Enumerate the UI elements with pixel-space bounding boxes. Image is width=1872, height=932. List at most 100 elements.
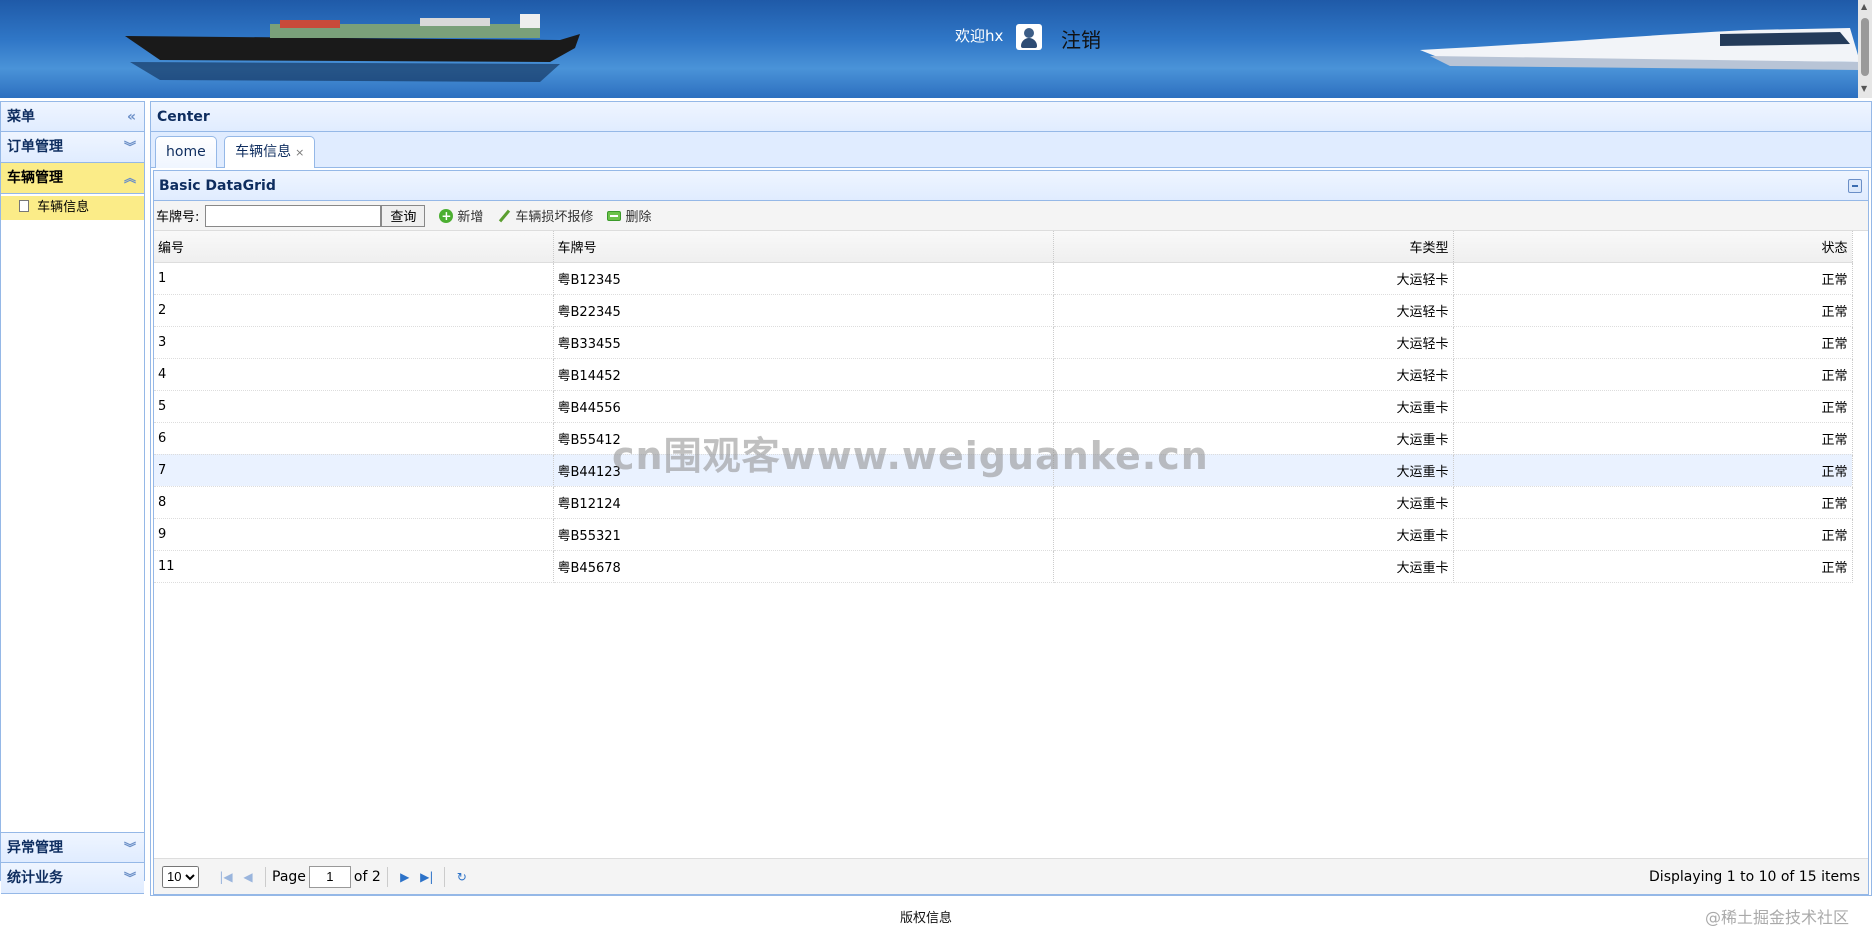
cell-type: 大运重卡: [1053, 550, 1454, 583]
header-banner: 欢迎hx 注销 ▲ ▼: [0, 0, 1872, 98]
cell-plate: 粤B45678: [553, 550, 1054, 583]
cell-status: 正常: [1453, 486, 1853, 519]
tab-vehicle-info[interactable]: 车辆信息 ×: [224, 136, 316, 168]
double-chevron-up-icon[interactable]: ︽: [124, 163, 136, 194]
column-header-plate[interactable]: 车牌号: [553, 231, 1054, 263]
double-chevron-left-icon[interactable]: «: [127, 102, 136, 132]
cell-plate: 粤B22345: [553, 294, 1054, 327]
table-row[interactable]: 2 粤B22345 大运轻卡 正常: [154, 294, 1853, 327]
cell-status: 正常: [1453, 358, 1853, 391]
west-menu-panel: 菜单 « 订单管理 ︾ 车辆管理 ︽ 车辆信息 异常管理 ︾ 统计业务 ︾: [0, 101, 145, 894]
cell-id: 7: [154, 454, 554, 487]
table-row[interactable]: 1 粤B12345 大运轻卡 正常: [154, 262, 1853, 295]
user-avatar-icon: [1016, 24, 1042, 50]
table-row[interactable]: 8 粤B12124 大运重卡 正常: [154, 486, 1853, 519]
datagrid-toolbar: 车牌号: 查询 + 新增 车辆损坏报修 删除: [154, 201, 1868, 231]
cell-id: 5: [154, 390, 554, 423]
cell-status: 正常: [1453, 326, 1853, 359]
plate-label: 车牌号:: [156, 210, 200, 225]
menu-section-statistics[interactable]: 统计业务 ︾: [1, 863, 144, 894]
cell-plate: 粤B44556: [553, 390, 1054, 423]
cell-plate: 粤B12124: [553, 486, 1054, 519]
table-header-row: 编号 车牌号 车类型 状态: [154, 231, 1853, 263]
table-row[interactable]: 11 粤B45678 大运重卡 正常: [154, 550, 1853, 583]
tab-bar: home 车辆信息 ×: [151, 132, 1871, 168]
welcome-text: 欢迎hx: [955, 27, 1004, 45]
document-icon: [19, 200, 29, 212]
double-chevron-down-icon[interactable]: ︾: [124, 863, 136, 894]
prev-page-icon[interactable]: ◀: [237, 870, 259, 884]
collapse-panel-icon[interactable]: [1848, 179, 1862, 193]
cell-id: 2: [154, 294, 554, 327]
cell-plate: 粤B55321: [553, 518, 1054, 551]
cell-status: 正常: [1453, 422, 1853, 455]
tab-home[interactable]: home: [155, 136, 217, 168]
cell-id: 8: [154, 486, 554, 519]
pencil-icon: [497, 209, 511, 223]
table-row[interactable]: 9 粤B55321 大运重卡 正常: [154, 518, 1853, 551]
next-page-icon[interactable]: ▶: [394, 870, 416, 884]
close-tab-icon[interactable]: ×: [295, 146, 304, 159]
pagination-bar: 10 |◀ ◀ Page of 2 ▶ ▶| ↻ Displaying 1 to…: [154, 858, 1868, 894]
last-page-icon[interactable]: ▶|: [416, 870, 438, 884]
page-label: Page: [272, 868, 306, 885]
column-header-id[interactable]: 编号: [154, 231, 554, 263]
menu-section-vehicles[interactable]: 车辆管理 ︽: [1, 163, 144, 194]
watermark: cn围观客www.weiguanke.cn: [612, 434, 1209, 478]
delete-button[interactable]: 删除: [607, 206, 651, 225]
cell-id: 6: [154, 422, 554, 455]
ship-image: [125, 14, 580, 82]
column-header-status[interactable]: 状态: [1453, 231, 1853, 263]
first-page-icon[interactable]: |◀: [215, 870, 237, 884]
repair-report-button[interactable]: 车辆损坏报修: [497, 206, 593, 225]
menu-item-vehicle-info[interactable]: 车辆信息: [1, 196, 144, 220]
table-row[interactable]: 5 粤B44556 大运重卡 正常: [154, 390, 1853, 423]
menu-title: 菜单 «: [1, 102, 144, 132]
search-button[interactable]: 查询: [381, 204, 426, 227]
center-panel: Center home 车辆信息 × Basic DataGrid 车牌号: 查询…: [150, 101, 1872, 896]
double-chevron-down-icon[interactable]: ︾: [124, 833, 136, 864]
cell-type: 大运轻卡: [1053, 358, 1454, 391]
table-row[interactable]: 3 粤B33455 大运轻卡 正常: [154, 326, 1853, 359]
cell-type: 大运轻卡: [1053, 326, 1454, 359]
column-header-type[interactable]: 车类型: [1053, 231, 1454, 263]
plate-search-input[interactable]: [205, 204, 382, 227]
add-icon: +: [439, 208, 454, 223]
cell-type: 大运重卡: [1053, 518, 1454, 551]
center-title: Center: [151, 102, 1871, 132]
add-button[interactable]: + 新增: [439, 206, 483, 225]
cell-type: 大运重卡: [1053, 486, 1454, 519]
cell-id: 11: [154, 550, 554, 583]
scroll-thumb[interactable]: [1861, 18, 1869, 76]
datagrid-title: Basic DataGrid: [154, 171, 1868, 201]
page-count-label: of 2: [353, 868, 381, 885]
cell-status: 正常: [1453, 294, 1853, 327]
refresh-icon[interactable]: ↻: [451, 870, 473, 884]
cell-type: 大运轻卡: [1053, 294, 1454, 327]
scroll-up-icon[interactable]: ▲: [1861, 2, 1867, 11]
cell-plate: 粤B14452: [553, 358, 1054, 391]
cell-id: 9: [154, 518, 554, 551]
logout-link[interactable]: 注销: [1061, 24, 1101, 53]
cell-id: 4: [154, 358, 554, 391]
train-image: [1420, 28, 1860, 70]
cell-plate: 粤B12345: [553, 262, 1054, 295]
remove-icon: [607, 210, 622, 221]
cell-status: 正常: [1453, 550, 1853, 583]
scroll-down-icon[interactable]: ▼: [1861, 84, 1867, 93]
cell-status: 正常: [1453, 518, 1853, 551]
menu-section-exceptions[interactable]: 异常管理 ︾: [1, 832, 144, 863]
table-row[interactable]: 4 粤B14452 大运轻卡 正常: [154, 358, 1853, 391]
pagination-info: Displaying 1 to 10 of 15 items: [1649, 868, 1860, 885]
cell-status: 正常: [1453, 454, 1853, 487]
page-scrollbar[interactable]: ▲ ▼: [1858, 0, 1872, 98]
footer-copyright: 版权信息: [900, 911, 953, 926]
cell-type: 大运轻卡: [1053, 262, 1454, 295]
double-chevron-down-icon[interactable]: ︾: [124, 132, 136, 163]
page-number-input[interactable]: [308, 865, 351, 888]
menu-section-orders[interactable]: 订单管理 ︾: [1, 132, 144, 163]
cell-status: 正常: [1453, 262, 1853, 295]
cell-status: 正常: [1453, 390, 1853, 423]
cell-id: 3: [154, 326, 554, 359]
page-size-select[interactable]: 10: [162, 865, 199, 888]
